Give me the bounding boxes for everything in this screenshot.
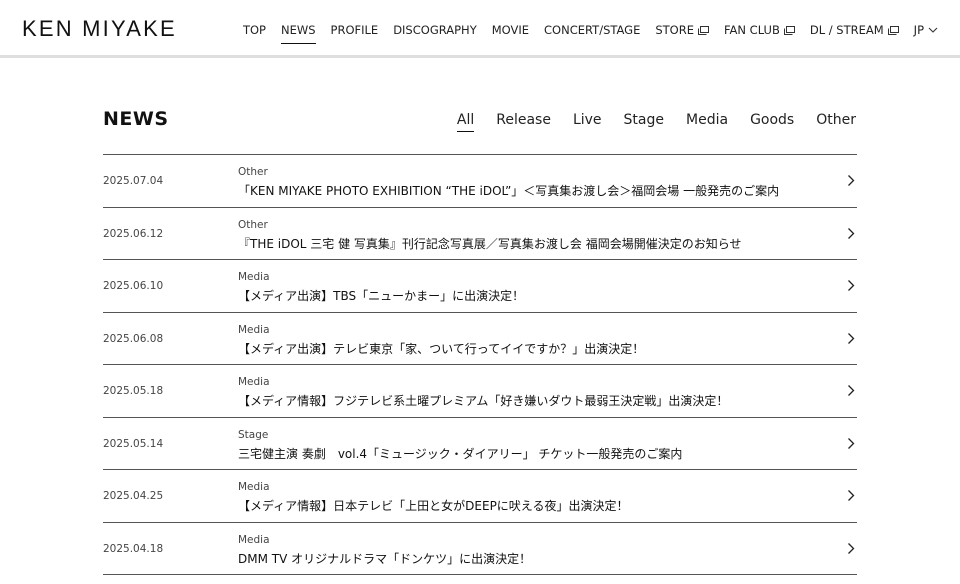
filter-tab-live[interactable]: Live <box>573 112 602 128</box>
nav-label: TOP <box>242 23 266 37</box>
nav-item-movie[interactable]: MOVIE <box>492 21 529 39</box>
global-nav: TOP NEWS PROFILE DISCOGRAPHY MOVIE CONCE… <box>243 21 938 44</box>
nav-label: NEWS <box>280 23 316 37</box>
chevron-down-icon <box>928 27 938 33</box>
news-title: 【メディア情報】フジテレビ系土曜プレミアム「好き嫌いダウト最弱王決定戦」出演決定… <box>238 394 729 408</box>
nav-item-top[interactable]: TOP <box>243 21 266 39</box>
language-switcher[interactable]: JP <box>914 21 938 39</box>
nav-label: MOVIE <box>491 23 530 37</box>
news-title: 【メディア出演】テレビ東京「家、ついて行ってイイですか？」出演決定！ <box>238 341 645 356</box>
category-filter-tabs: All Release Live Stage Media Goods Other <box>456 110 856 132</box>
chevron-right-icon <box>848 280 855 291</box>
news-date: 2025.05.18 <box>103 385 164 397</box>
chevron-right-icon <box>848 437 855 449</box>
nav-label: DL / STREAM <box>809 23 884 37</box>
news-title: 【メディア出演】TBS「ニューかまー」に出演決定！ <box>238 289 525 303</box>
chevron-right-icon <box>848 385 855 396</box>
news-date: 2025.06.08 <box>103 332 164 345</box>
nav-label: STORE <box>655 23 694 37</box>
external-window-icon <box>697 25 709 35</box>
news-list-item[interactable]: 2025.06.12 Other 『THE iDOL 三宅 健 写真集』刊行記念… <box>103 208 857 260</box>
news-category: Other <box>238 166 268 178</box>
news-list: 2025.07.04 Other 「KEN MIYAKE PHOTO EXHIB… <box>103 154 857 575</box>
news-category: Media <box>238 376 270 388</box>
chevron-right-icon <box>848 332 855 344</box>
news-title: 【メディア情報】日本テレビ「上田と女がDEEPに吠える夜」出演決定！ <box>238 499 629 513</box>
news-date: 2025.06.10 <box>103 280 164 292</box>
news-title: 三宅健主演 奏劇 vol.4「ミュージック・ダイアリー」 チケット一般発売のご案… <box>238 446 683 461</box>
news-list-item[interactable]: 2025.07.04 Other 「KEN MIYAKE PHOTO EXHIB… <box>103 155 857 208</box>
site-logo[interactable]: KEN MIYAKE <box>22 16 177 42</box>
news-title: 『THE iDOL 三宅 健 写真集』刊行記念写真展／写真集お渡し会 福岡会場開… <box>238 236 742 251</box>
chevron-right-icon <box>848 227 855 239</box>
nav-item-dl-stream[interactable]: DL / STREAM <box>810 21 899 39</box>
news-category: Stage <box>238 428 269 441</box>
page-title: NEWS <box>103 108 169 130</box>
nav-item-discography[interactable]: DISCOGRAPHY <box>393 21 477 39</box>
filter-tab-other[interactable]: Other <box>816 112 856 128</box>
news-title: DMM TV オリジナルドラマ「ドンケツ」に出演決定！ <box>238 551 532 566</box>
nav-item-fan-club[interactable]: FAN CLUB <box>724 21 795 39</box>
external-window-icon <box>783 25 795 35</box>
news-list-item[interactable]: 2025.06.08 Media 【メディア出演】テレビ東京「家、ついて行ってイ… <box>103 313 857 365</box>
external-window-icon <box>887 25 899 35</box>
nav-item-profile[interactable]: PROFILE <box>331 21 379 39</box>
chevron-right-icon <box>848 542 855 554</box>
filter-tab-release[interactable]: Release <box>496 112 551 128</box>
news-date: 2025.06.12 <box>103 227 164 240</box>
nav-label: CONCERT/STAGE <box>544 23 641 37</box>
site-header: KEN MIYAKE TOP NEWS PROFILE DISCOGRAPHY … <box>0 0 960 58</box>
nav-item-concert-stage[interactable]: CONCERT/STAGE <box>544 21 640 39</box>
nav-item-news[interactable]: NEWS <box>280 21 316 44</box>
news-category: Media <box>238 323 270 336</box>
nav-label: PROFILE <box>330 23 379 37</box>
news-list-item[interactable]: 2025.04.25 Media 【メディア情報】日本テレビ「上田と女がDEEP… <box>103 470 857 523</box>
news-list-item[interactable]: 2025.04.18 Media DMM TV オリジナルドラマ「ドンケツ」に出… <box>103 523 857 575</box>
chevron-right-icon <box>848 490 855 501</box>
news-list-item[interactable]: 2025.06.10 Media 【メディア出演】TBS「ニューかまー」に出演決… <box>103 260 857 313</box>
nav-item-store[interactable]: STORE <box>655 21 709 39</box>
filter-tab-all[interactable]: All <box>456 112 475 132</box>
news-category: Media <box>238 271 270 283</box>
chevron-right-icon <box>848 175 855 186</box>
news-title: 「KEN MIYAKE PHOTO EXHIBITION “THE iDOL”」… <box>238 184 780 198</box>
news-list-item[interactable]: 2025.05.18 Media 【メディア情報】フジテレビ系土曜プレミアム「好… <box>103 365 857 418</box>
language-label: JP <box>913 23 924 37</box>
nav-label: FAN CLUB <box>723 23 780 37</box>
news-category: Other <box>238 218 268 231</box>
news-list-item[interactable]: 2025.05.14 Stage 三宅健主演 奏劇 vol.4「ミュージック・ダ… <box>103 418 857 470</box>
news-date: 2025.04.25 <box>103 490 164 502</box>
news-date: 2025.07.04 <box>103 175 164 187</box>
nav-label: DISCOGRAPHY <box>393 23 477 37</box>
filter-tab-media[interactable]: Media <box>686 112 728 128</box>
filter-tab-stage[interactable]: Stage <box>624 112 664 128</box>
news-category: Media <box>238 481 270 493</box>
news-date: 2025.05.14 <box>103 437 164 450</box>
filter-tab-goods[interactable]: Goods <box>750 112 794 128</box>
news-category: Media <box>238 533 270 546</box>
news-date: 2025.04.18 <box>103 542 164 555</box>
